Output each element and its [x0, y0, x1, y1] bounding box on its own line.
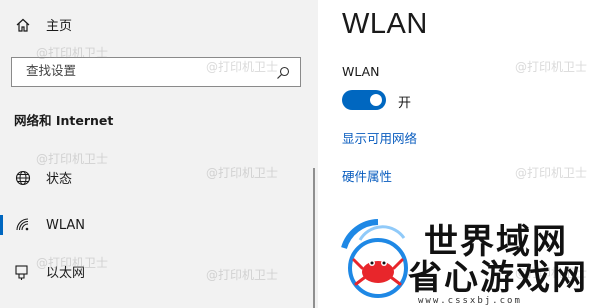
search-box[interactable]	[11, 57, 301, 87]
sidebar-item-status[interactable]: 状态	[14, 168, 72, 187]
wifi-icon	[14, 216, 32, 234]
wlan-toggle[interactable]	[342, 90, 386, 110]
sidebar-item-label: 主页	[46, 19, 73, 34]
toggle-state-text: 开	[398, 96, 412, 111]
logo-text: 省心游戏网	[408, 258, 588, 298]
section-title: 网络和 Internet	[14, 113, 114, 128]
crab-logo-icon	[341, 219, 408, 298]
ethernet-icon	[14, 263, 32, 281]
sidebar-item-ethernet[interactable]: 以太网	[14, 262, 85, 281]
wlan-toggle-label: WLAN	[342, 64, 380, 79]
logo-url: www.cssxbj.com	[418, 296, 522, 306]
site-logo: 世界域网 省心游戏网 www.cssxbj.com	[338, 212, 600, 308]
globe-icon	[14, 169, 32, 187]
settings-sidebar: 主页 网络和 Internet 状态 WLAN 以太网	[0, 0, 318, 308]
sidebar-item-label: 状态	[46, 172, 73, 187]
sidebar-item-label: WLAN	[46, 217, 86, 233]
sidebar-item-wlan[interactable]: WLAN	[14, 216, 85, 234]
home-icon	[14, 16, 32, 34]
active-indicator	[0, 215, 3, 235]
sidebar-item-label: 以太网	[46, 266, 86, 281]
sidebar-item-home[interactable]: 主页	[14, 15, 72, 34]
show-available-networks-link[interactable]: 显示可用网络	[342, 128, 417, 147]
hardware-properties-link[interactable]: 硬件属性	[342, 166, 392, 185]
toggle-knob	[370, 94, 382, 106]
page-title: WLAN	[342, 8, 428, 40]
sidebar-scrollbar[interactable]	[313, 168, 315, 308]
search-icon[interactable]	[276, 65, 290, 79]
search-input[interactable]	[26, 63, 266, 78]
